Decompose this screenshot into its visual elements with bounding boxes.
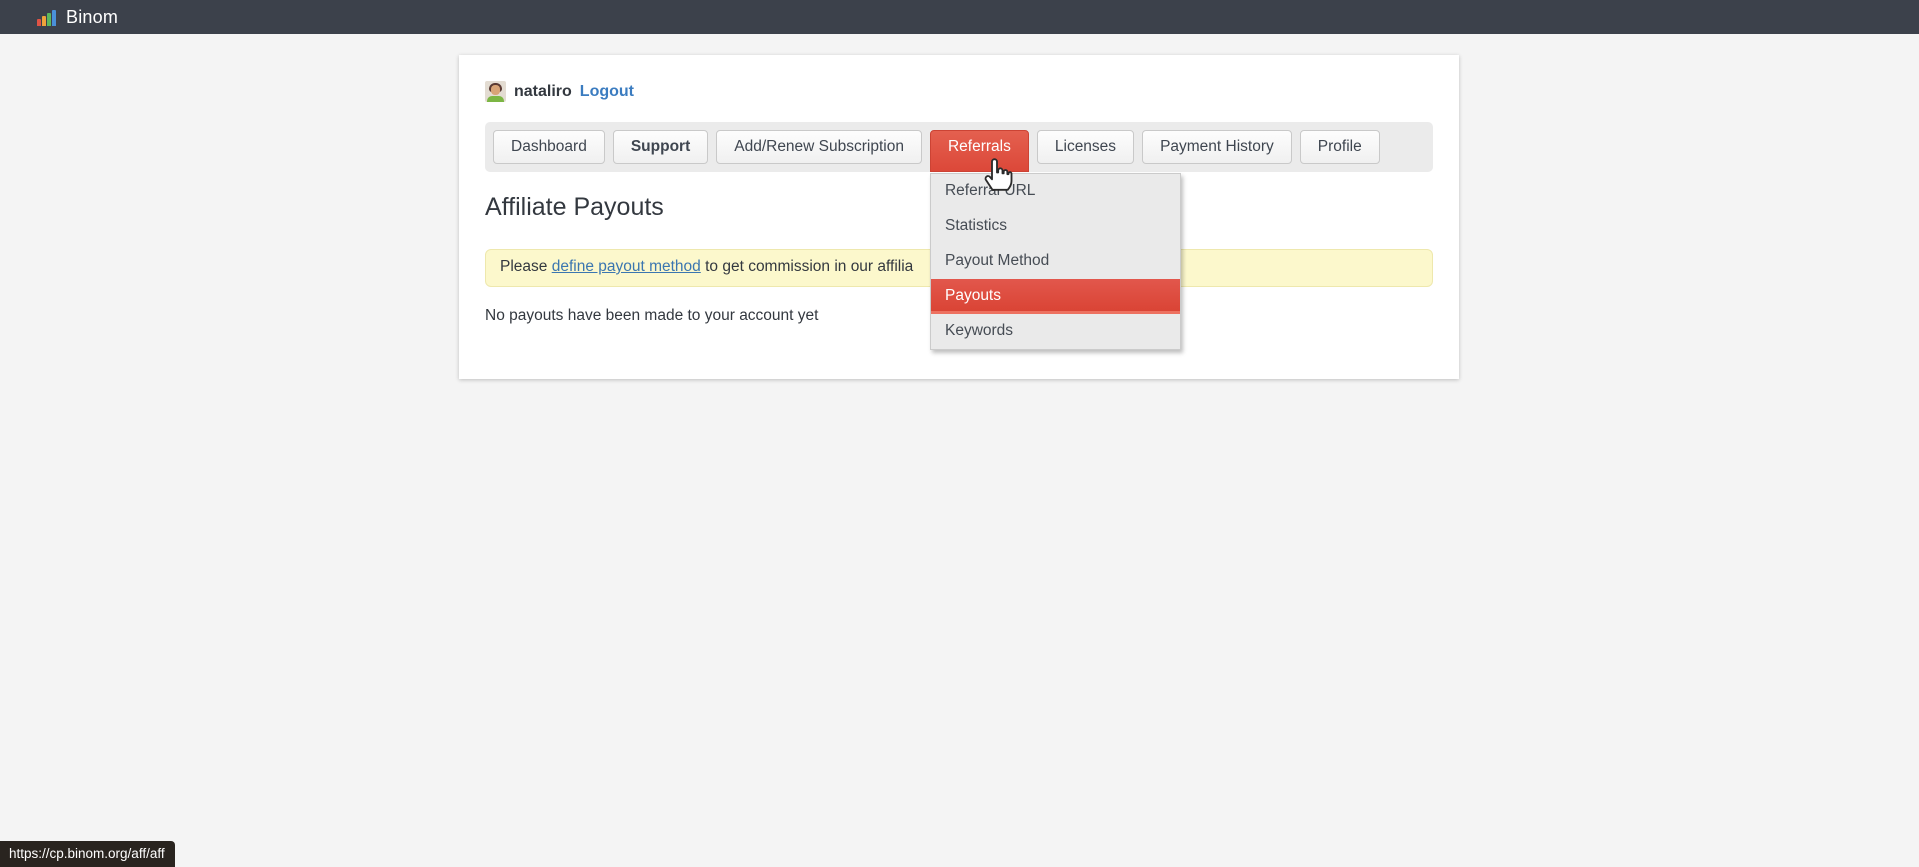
bar-chart-icon <box>37 9 56 26</box>
tab-payment-history[interactable]: Payment History <box>1142 130 1292 164</box>
topbar: Binom <box>0 0 1919 34</box>
tab-profile[interactable]: Profile <box>1300 130 1380 164</box>
user-avatar-icon <box>485 81 506 102</box>
main-tabs: Dashboard Support Add/Renew Subscription… <box>485 122 1433 172</box>
user-row: nataliro Logout <box>485 81 1433 102</box>
menu-item-referral-url[interactable]: Referral URL <box>931 174 1180 209</box>
username: nataliro <box>514 83 572 101</box>
account-card: nataliro Logout Dashboard Support Add/Re… <box>459 55 1459 379</box>
referrals-dropdown-menu: Referral URL Statistics Payout Method Pa… <box>930 173 1181 350</box>
tab-referrals-label: Referrals <box>948 138 1011 156</box>
define-payout-method-link[interactable]: define payout method <box>552 258 701 275</box>
browser-status-url: https://cp.binom.org/aff/aff <box>0 841 175 867</box>
tab-referrals[interactable]: Referrals Referral URL Statistics Payout… <box>930 130 1029 172</box>
tab-licenses[interactable]: Licenses <box>1037 130 1134 164</box>
menu-item-statistics[interactable]: Statistics <box>931 209 1180 244</box>
menu-item-keywords[interactable]: Keywords <box>931 314 1180 349</box>
notice-text-prefix: Please <box>500 258 552 275</box>
app-name: Binom <box>66 7 118 28</box>
menu-item-payout-method[interactable]: Payout Method <box>931 244 1180 279</box>
app-logo: Binom <box>37 7 118 28</box>
menu-item-payouts[interactable]: Payouts <box>931 279 1180 314</box>
tab-dashboard[interactable]: Dashboard <box>493 130 605 164</box>
logout-link[interactable]: Logout <box>580 83 634 101</box>
tab-add-renew-subscription[interactable]: Add/Renew Subscription <box>716 130 922 164</box>
notice-text-suffix: to get commission in our affilia <box>701 258 914 275</box>
tab-support[interactable]: Support <box>613 130 708 164</box>
